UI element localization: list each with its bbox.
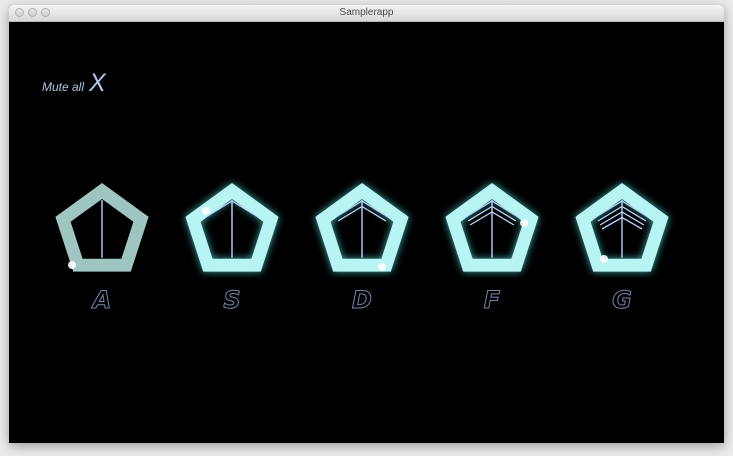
pad-key-g[interactable]: G xyxy=(572,287,672,314)
pad-key-d[interactable]: D xyxy=(312,287,412,314)
pad-f-pentagon-icon xyxy=(445,183,539,272)
pad-highlight xyxy=(378,263,386,271)
pad-g-pentagon-icon xyxy=(575,183,669,272)
title-bar[interactable]: Samplerapp xyxy=(9,5,724,22)
pad-d-pentagon-icon xyxy=(315,183,409,272)
sample-pad-d[interactable]: D xyxy=(312,179,416,319)
pad-key-a[interactable]: A xyxy=(52,287,152,314)
sample-pad-a[interactable]: A xyxy=(52,179,156,319)
sample-pad-s[interactable]: S xyxy=(182,179,286,319)
mute-all-control[interactable]: Mute all X xyxy=(42,66,106,96)
pad-key-s[interactable]: S xyxy=(182,287,282,314)
pad-s-pentagon-icon xyxy=(185,183,279,272)
pad-highlight xyxy=(520,219,528,227)
pad-a-pentagon-icon xyxy=(55,183,149,272)
sample-pad-f[interactable]: F xyxy=(442,179,546,319)
app-window: Samplerapp Mute all X A S D F G xyxy=(9,5,724,443)
sampler-canvas: Mute all X A S D F G xyxy=(9,22,724,443)
mute-all-key[interactable]: X xyxy=(89,71,106,96)
sample-pad-g[interactable]: G xyxy=(572,179,676,319)
mute-all-label: Mute all xyxy=(42,80,85,94)
pad-highlight xyxy=(600,255,608,263)
pad-highlight xyxy=(68,261,76,269)
window-title: Samplerapp xyxy=(339,7,394,18)
pad-highlight xyxy=(202,207,210,215)
pad-key-f[interactable]: F xyxy=(442,287,542,314)
